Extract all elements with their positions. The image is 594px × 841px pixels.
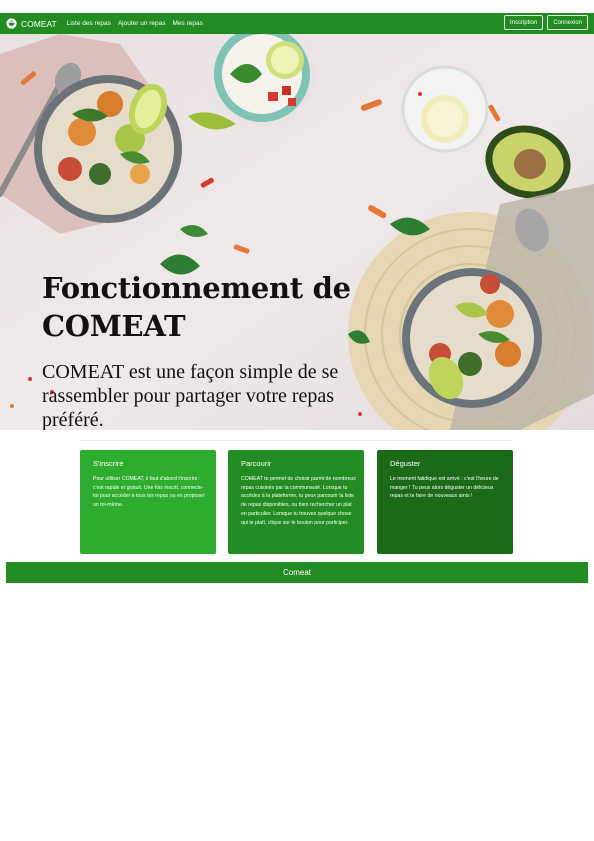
hero-banner: Fonctionnement de COMEAT COMEAT est une … [0, 34, 594, 430]
connexion-button[interactable]: Connexion [547, 15, 588, 30]
footer: Comeat [6, 562, 588, 583]
auth-buttons: Inscription Connexion [503, 15, 588, 30]
brand-name: COMEAT [21, 18, 57, 29]
divider [80, 440, 512, 441]
card-deguster: Déguster Le moment fatidique est arrivé … [377, 450, 513, 554]
card-parcourir: Parcourir COMEAT te permet de choisir pa… [228, 450, 364, 554]
card-title: S'inscrire [93, 459, 124, 468]
card-title: Parcourir [241, 459, 272, 468]
card-sinscrire: S'inscrire Pour utiliser COMEAT, il faut… [80, 450, 216, 554]
nav-links: Liste des repas Ajouter un repas Mes rep… [67, 20, 210, 27]
card-title: Déguster [390, 459, 421, 468]
hero-subtitle: COMEAT est une façon simple de se rassem… [42, 361, 339, 430]
footer-text: Comeat [282, 568, 311, 577]
brand-link[interactable]: COMEAT [6, 18, 57, 29]
nav-link-liste-des-repas[interactable]: Liste des repas [67, 20, 111, 27]
card-text: COMEAT te permet de choisir parmi de nom… [241, 476, 356, 526]
nav-link-ajouter-un-repas[interactable]: Ajouter un repas [118, 20, 166, 27]
hero-title: Fonctionnement de COMEAT [42, 271, 351, 343]
card-text: Le moment fatidique est arrivé : c'est l… [390, 476, 499, 500]
navbar: COMEAT Liste des repas Ajouter un repas … [0, 13, 594, 34]
card-text: Pour utiliser COMEAT, il faut d'abord t'… [93, 476, 205, 509]
inscription-button[interactable]: Inscription [503, 15, 544, 30]
food-bowl-icon [6, 18, 17, 29]
nav-link-mes-repas[interactable]: Mes repas [173, 20, 203, 27]
